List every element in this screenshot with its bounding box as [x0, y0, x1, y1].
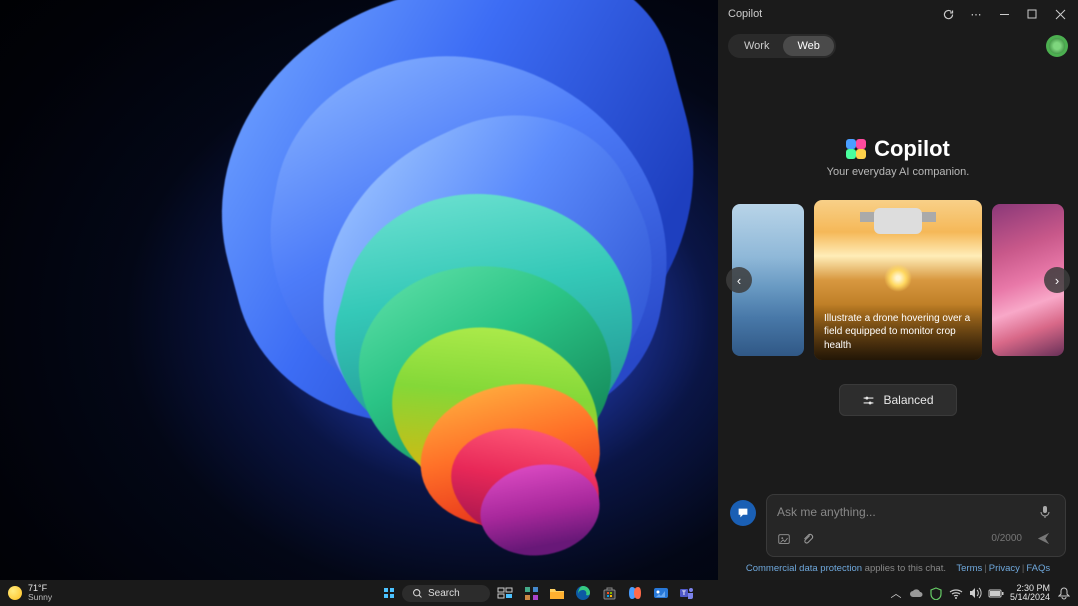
prompt-carousel: ‹ Illustrate a drone hovering over a fie…	[718, 200, 1078, 360]
send-icon[interactable]	[1032, 529, 1055, 548]
copilot-taskbar-icon[interactable]	[624, 582, 646, 604]
date-label: 5/14/2024	[1010, 593, 1050, 602]
task-view-icon[interactable]	[494, 582, 516, 604]
copilot-panel: Copilot ⋯ Work Web Copilot	[718, 0, 1078, 580]
tab-web[interactable]: Web	[783, 36, 833, 56]
privacy-link[interactable]: Privacy	[989, 563, 1020, 574]
sun-icon	[8, 586, 22, 600]
copilot-name: Copilot	[874, 136, 950, 162]
balanced-label: Balanced	[883, 393, 933, 407]
data-protection-link[interactable]: Commercial data protection	[746, 563, 862, 574]
terms-link[interactable]: Terms	[956, 563, 982, 574]
weather-condition: Sunny	[28, 593, 52, 602]
copilot-tabs-row: Work Web	[718, 28, 1078, 64]
wallpaper-bloom	[120, 0, 770, 580]
copilot-logo-icon	[846, 139, 866, 159]
clock[interactable]: 2:30 PM 5/14/2024	[1008, 584, 1052, 603]
teams-icon[interactable]: T	[676, 582, 698, 604]
maximize-icon[interactable]	[1018, 0, 1046, 28]
security-tray-icon[interactable]	[928, 585, 944, 601]
more-icon[interactable]: ⋯	[962, 0, 990, 28]
chat-input[interactable]	[777, 505, 1035, 519]
carousel-prev-icon[interactable]: ‹	[726, 267, 752, 293]
chevron-up-icon[interactable]: ︿	[888, 585, 904, 601]
image-add-icon[interactable]	[777, 532, 791, 546]
battery-icon[interactable]	[988, 585, 1004, 601]
chat-icon	[736, 506, 750, 520]
conversation-style-button[interactable]: Balanced	[839, 384, 956, 416]
wifi-icon[interactable]	[948, 585, 964, 601]
store-icon[interactable]	[598, 582, 620, 604]
search-icon	[412, 588, 423, 599]
sliders-icon	[862, 394, 875, 407]
user-avatar[interactable]	[1046, 35, 1068, 57]
carousel-caption: Illustrate a drone hovering over a field…	[814, 304, 982, 361]
faqs-link[interactable]: FAQs	[1026, 563, 1050, 574]
close-icon[interactable]	[1046, 0, 1074, 28]
widgets-icon[interactable]	[520, 582, 542, 604]
edge-icon[interactable]	[572, 582, 594, 604]
char-counter: 0/2000	[991, 533, 1022, 544]
tab-work[interactable]: Work	[730, 36, 783, 56]
new-topic-button[interactable]	[730, 500, 756, 526]
carousel-next-icon[interactable]: ›	[1044, 267, 1070, 293]
taskbar-search[interactable]: Search	[402, 585, 490, 602]
carousel-card-main[interactable]: Illustrate a drone hovering over a field…	[814, 200, 982, 360]
microphone-icon[interactable]	[1035, 503, 1055, 521]
volume-icon[interactable]	[968, 585, 984, 601]
svg-text:T: T	[682, 591, 686, 597]
legal-text: applies to this chat.	[862, 563, 946, 574]
photos-icon[interactable]	[650, 582, 672, 604]
copilot-hero: Copilot Your everyday AI companion.	[718, 136, 1078, 178]
weather-widget[interactable]: 71°F Sunny	[0, 584, 52, 602]
chat-input-box: 0/2000	[766, 494, 1066, 557]
taskbar: 71°F Sunny Search T ︿ 2:30 PM 5/14/2024	[0, 580, 1078, 606]
attachment-icon[interactable]	[801, 532, 815, 546]
notifications-icon[interactable]	[1056, 585, 1072, 601]
minimize-icon[interactable]	[990, 0, 1018, 28]
legal-footer: Commercial data protection applies to th…	[730, 563, 1066, 574]
copilot-titlebar: Copilot ⋯	[718, 0, 1078, 28]
window-title: Copilot	[728, 8, 934, 20]
refresh-icon[interactable]	[934, 0, 962, 28]
explorer-icon[interactable]	[546, 582, 568, 604]
mode-tabs: Work Web	[728, 34, 836, 58]
copilot-subtitle: Your everyday AI companion.	[718, 166, 1078, 178]
search-label: Search	[428, 588, 460, 599]
onedrive-tray-icon[interactable]	[908, 585, 924, 601]
start-button[interactable]	[380, 584, 398, 602]
